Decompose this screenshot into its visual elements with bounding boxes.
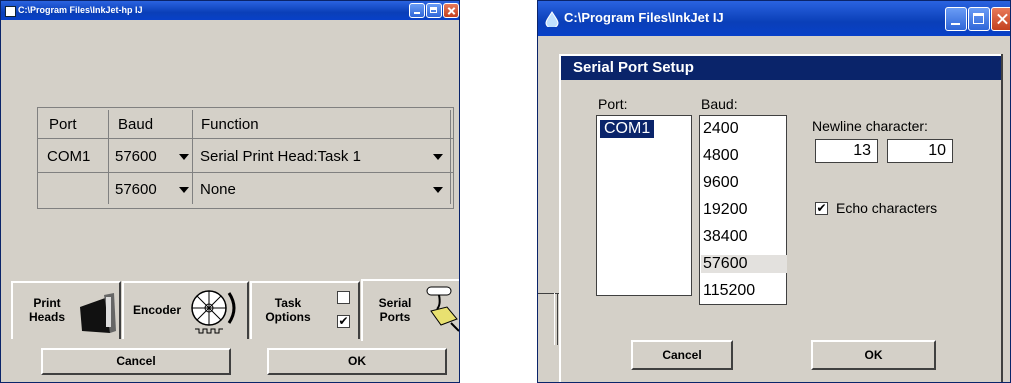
close-icon[interactable] xyxy=(991,7,1010,31)
column-header-function: Function xyxy=(201,116,259,133)
column-header-baud: Baud xyxy=(118,116,154,133)
serial-cable-icon xyxy=(426,286,459,332)
baud-item-4800[interactable]: 4800 xyxy=(703,147,739,165)
ink-drop-icon xyxy=(545,11,559,27)
chevron-down-icon[interactable] xyxy=(433,154,443,160)
baud-item-38400[interactable]: 38400 xyxy=(703,228,748,246)
baud-item-19200[interactable]: 19200 xyxy=(703,201,748,219)
tab-label: Encoder xyxy=(132,303,181,317)
row2-baud-select[interactable]: 57600 xyxy=(115,181,157,198)
port-label: Port: xyxy=(598,96,628,112)
echo-characters-label: Echo characters xyxy=(836,200,938,216)
baud-list[interactable]: 2400 4800 9600 19200 38400 57600 115200 xyxy=(699,115,787,305)
baud-label: Baud: xyxy=(701,96,738,112)
column-header-port: Port xyxy=(49,116,77,133)
left-title-bar[interactable]: C:\Program Files\InkJet-hp IJ xyxy=(1,1,459,20)
maximize-icon[interactable] xyxy=(426,3,442,18)
row1-function-select[interactable]: Serial Print Head:Task 1 xyxy=(200,148,361,165)
port-item-com1[interactable]: COM1 xyxy=(600,120,655,138)
close-icon[interactable] xyxy=(443,3,459,18)
tab-encoder[interactable]: Encoder xyxy=(122,281,249,339)
maximize-icon[interactable] xyxy=(968,7,990,31)
tab-label: Serial Ports xyxy=(378,296,412,324)
serial-port-setup-dialog: Serial Port Setup Port: COM1 Baud: 2400 … xyxy=(559,54,1001,382)
task-option-checkbox-1[interactable] xyxy=(337,291,350,304)
ok-button[interactable]: OK xyxy=(267,348,447,375)
tab-serial-ports[interactable]: Serial Ports xyxy=(361,279,459,341)
newline-char-1-input[interactable]: 13 xyxy=(815,139,878,163)
settings-tab-strip: Print Heads Encoder Task Options ✔ Seria… xyxy=(9,279,459,341)
ok-button[interactable]: OK xyxy=(811,340,936,370)
left-window: C:\Program Files\InkJet-hp IJ Port Baud … xyxy=(0,0,460,383)
row2-function-select[interactable]: None xyxy=(200,181,236,198)
chevron-down-icon[interactable] xyxy=(179,154,189,160)
chevron-down-icon[interactable] xyxy=(433,187,443,193)
left-window-title: C:\Program Files\InkJet-hp IJ xyxy=(18,5,143,15)
serial-port-table: Port Baud Function COM1 57600 Serial Pri… xyxy=(37,107,454,209)
cancel-button[interactable]: Cancel xyxy=(41,348,231,375)
task-option-checkbox-2[interactable]: ✔ xyxy=(337,315,350,328)
chevron-down-icon[interactable] xyxy=(179,187,189,193)
newline-char-2-input[interactable]: 10 xyxy=(887,139,953,163)
minimize-icon[interactable] xyxy=(409,3,425,18)
app-icon xyxy=(5,6,16,17)
minimize-icon[interactable] xyxy=(945,7,967,31)
row1-baud-select[interactable]: 57600 xyxy=(115,148,157,165)
baud-item-115200[interactable]: 115200 xyxy=(703,282,755,300)
newline-label: Newline character: xyxy=(812,118,928,134)
dialog-title: Serial Port Setup xyxy=(561,56,1001,80)
row1-port: COM1 xyxy=(47,148,91,165)
tab-label: Task Options xyxy=(265,296,311,324)
right-window-title: C:\Program Files\InkJet IJ xyxy=(564,10,724,25)
right-window: C:\Program Files\InkJet IJ Serial Port S… xyxy=(537,0,1011,383)
tab-print-heads[interactable]: Print Heads xyxy=(11,281,121,339)
port-list[interactable]: COM1 xyxy=(596,115,692,296)
tab-label: Print Heads xyxy=(29,296,66,324)
tab-task-options[interactable]: Task Options ✔ xyxy=(250,281,360,339)
baud-item-57600[interactable]: 57600 xyxy=(701,255,787,273)
encoder-icon xyxy=(191,290,236,334)
right-title-bar[interactable]: C:\Program Files\InkJet IJ xyxy=(538,1,1010,36)
baud-item-9600[interactable]: 9600 xyxy=(703,174,739,192)
print-head-icon xyxy=(80,293,116,333)
cancel-button[interactable]: Cancel xyxy=(631,340,733,370)
echo-characters-checkbox[interactable]: ✔ xyxy=(815,202,828,215)
baud-item-2400[interactable]: 2400 xyxy=(703,120,739,138)
